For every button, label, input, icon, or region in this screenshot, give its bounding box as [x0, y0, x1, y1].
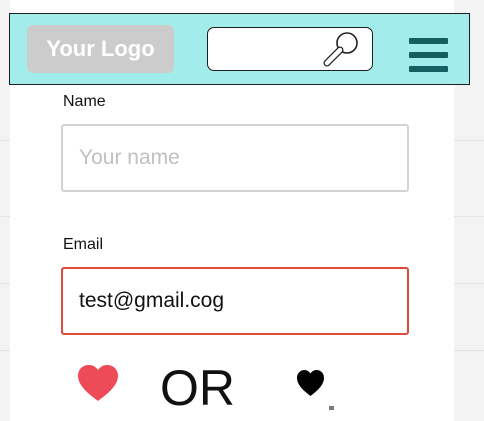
site-header: Your Logo — [9, 13, 470, 85]
or-separator: OR — [160, 360, 235, 416]
name-label: Name — [63, 93, 106, 110]
menu-bar — [409, 66, 448, 72]
hamburger-menu-icon[interactable] — [409, 38, 448, 72]
menu-bar — [409, 52, 448, 58]
magnifier-icon[interactable] — [319, 30, 365, 70]
search-bar[interactable] — [207, 27, 373, 71]
red-heart-icon[interactable] — [77, 365, 119, 403]
email-label: Email — [63, 236, 104, 253]
black-heart-icon[interactable] — [296, 370, 325, 397]
name-input[interactable] — [61, 124, 409, 192]
logo[interactable]: Your Logo — [27, 25, 174, 73]
email-input[interactable] — [61, 267, 409, 335]
menu-bar — [409, 38, 448, 44]
search-input[interactable] — [216, 36, 320, 62]
dot-mark — [329, 406, 334, 410]
